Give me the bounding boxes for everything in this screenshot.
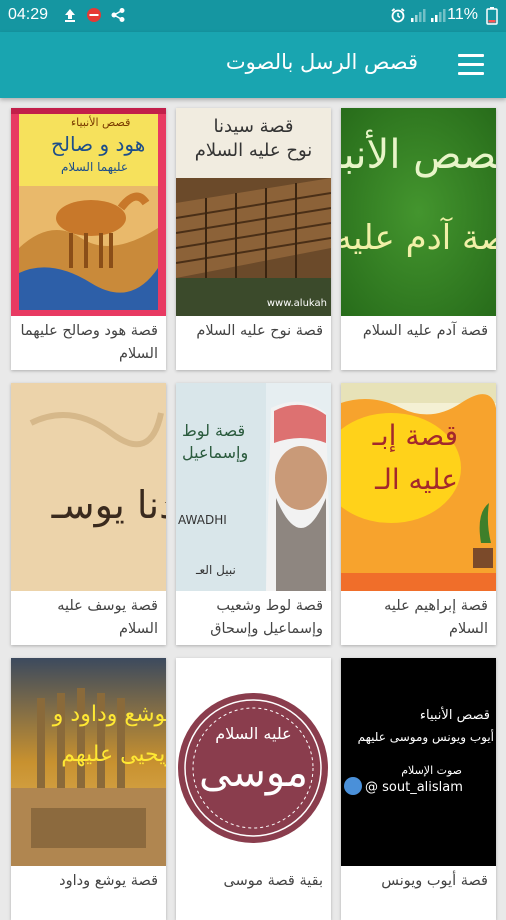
story-card-yusha-dawud[interactable]: يوشع وداود و ويحيى عليهم قصة يوشع وداود <box>11 658 166 920</box>
thumb-text: عليه الـ <box>375 463 458 496</box>
thumb-text: يوشع وداود و <box>52 702 166 727</box>
signal-2-icon <box>430 7 446 23</box>
story-thumbnail-musa: عليه السلام موسى <box>176 658 331 866</box>
menu-icon[interactable] <box>458 54 484 76</box>
status-time: 04:29 <box>8 6 49 23</box>
story-card-lut[interactable]: قصة لوط وإسماعيل AWADHI نبيل العـ قصة لو… <box>176 383 331 645</box>
thumb-text: صوت الإسلام <box>401 764 462 777</box>
thumb-text: ويحيى عليهم <box>61 742 166 767</box>
thumb-text: نبيل العـ <box>196 563 236 577</box>
story-thumbnail-ayyub-yunus: قصص الأنبياء أيوب ويونس وموسى عليهم صوت … <box>341 658 496 866</box>
alarm-icon <box>390 7 406 23</box>
story-title: قصة هود وصالح عليهما السلام <box>20 323 158 362</box>
story-card-ayyub-yunus[interactable]: قصص الأنبياء أيوب ويونس وموسى عليهم صوت … <box>341 658 496 920</box>
story-card-musa[interactable]: عليه السلام موسى بقية قصة موسى <box>176 658 331 920</box>
battery-percent: 11% <box>447 6 478 23</box>
story-thumbnail-nuh: قصة سيدنا نوح عليه السلام www.alukah <box>176 108 331 316</box>
story-title: قصة آدم عليه السلام <box>362 323 488 339</box>
thumb-text: موسى <box>199 750 308 796</box>
story-title: قصة يوسف عليه السلام <box>57 598 158 637</box>
story-thumbnail-lut: قصة لوط وإسماعيل AWADHI نبيل العـ <box>176 383 331 591</box>
signal-icon <box>410 7 426 23</box>
story-card-hud-salih[interactable]: قصص الأنبياء هود و صالح عليهما السلام قص… <box>11 108 166 370</box>
thumb-text: قصة إبـ <box>372 419 458 452</box>
thumb-text: عليه السلام <box>215 724 292 743</box>
page-title: قصص الرسل بالصوت <box>225 50 418 74</box>
story-card-adam[interactable]: قصص الأنبيـ قصة آدم عليه السـ قصة آدم عل… <box>341 108 496 370</box>
thumb-text: هود و صالح <box>51 132 146 156</box>
thumb-text: نوح عليه السلام <box>194 140 313 161</box>
upload-icon <box>62 7 78 23</box>
share-icon <box>110 7 126 23</box>
thumb-text: قصص الأنبيـ <box>341 132 496 178</box>
thumb-text: قصص الأنبياء <box>71 116 131 129</box>
thumb-text: @ sout_alislam <box>365 780 463 795</box>
story-title: قصة إبراهيم عليه السلام <box>384 598 488 637</box>
thumb-text: وإسماعيل <box>182 443 249 462</box>
thumb-text: قصة لوط <box>182 421 246 440</box>
story-title: بقية قصة موسى <box>223 873 323 889</box>
thumb-text: قصة آدم عليه السـ <box>341 218 496 258</box>
battery-icon <box>486 7 502 25</box>
thumb-text: قصة سيدنا <box>213 116 294 137</box>
story-thumbnail-ibrahim: قصة إبـ عليه الـ <box>341 383 496 591</box>
story-thumbnail-adam: قصص الأنبيـ قصة آدم عليه السـ <box>341 108 496 316</box>
thumb-text: www.alukah <box>266 298 327 309</box>
story-title: قصة لوط وشعيب وإسماعيل وإسحاق <box>210 598 323 637</box>
story-thumbnail-yusuf: دنا يوسـ <box>11 383 166 591</box>
thumb-text: AWADHI <box>178 513 227 527</box>
app-bar: قصص الرسل بالصوت <box>0 32 506 98</box>
thumb-text: أيوب ويونس وموسى عليهم <box>357 730 494 744</box>
story-card-yusuf[interactable]: دنا يوسـ قصة يوسف عليه السلام <box>11 383 166 645</box>
story-title: قصة يوشع وداود <box>59 873 158 889</box>
thumb-text: عليهما السلام <box>61 160 128 174</box>
story-card-nuh[interactable]: قصة سيدنا نوح عليه السلام www.alukah قصة… <box>176 108 331 370</box>
status-bar: 04:29 11% <box>0 0 506 32</box>
thumb-text: قصص الأنبياء <box>419 708 490 723</box>
story-thumbnail-hud-salih: قصص الأنبياء هود و صالح عليهما السلام <box>11 108 166 316</box>
story-card-ibrahim[interactable]: قصة إبـ عليه الـ قصة إبراهيم عليه السلام <box>341 383 496 645</box>
story-thumbnail-yusha-dawud: يوشع وداود و ويحيى عليهم <box>11 658 166 866</box>
thumb-text: دنا يوسـ <box>51 483 166 527</box>
do-not-disturb-icon <box>86 7 102 23</box>
story-title: قصة أيوب ويونس <box>381 873 488 889</box>
story-title: قصة نوح عليه السلام <box>196 323 323 339</box>
